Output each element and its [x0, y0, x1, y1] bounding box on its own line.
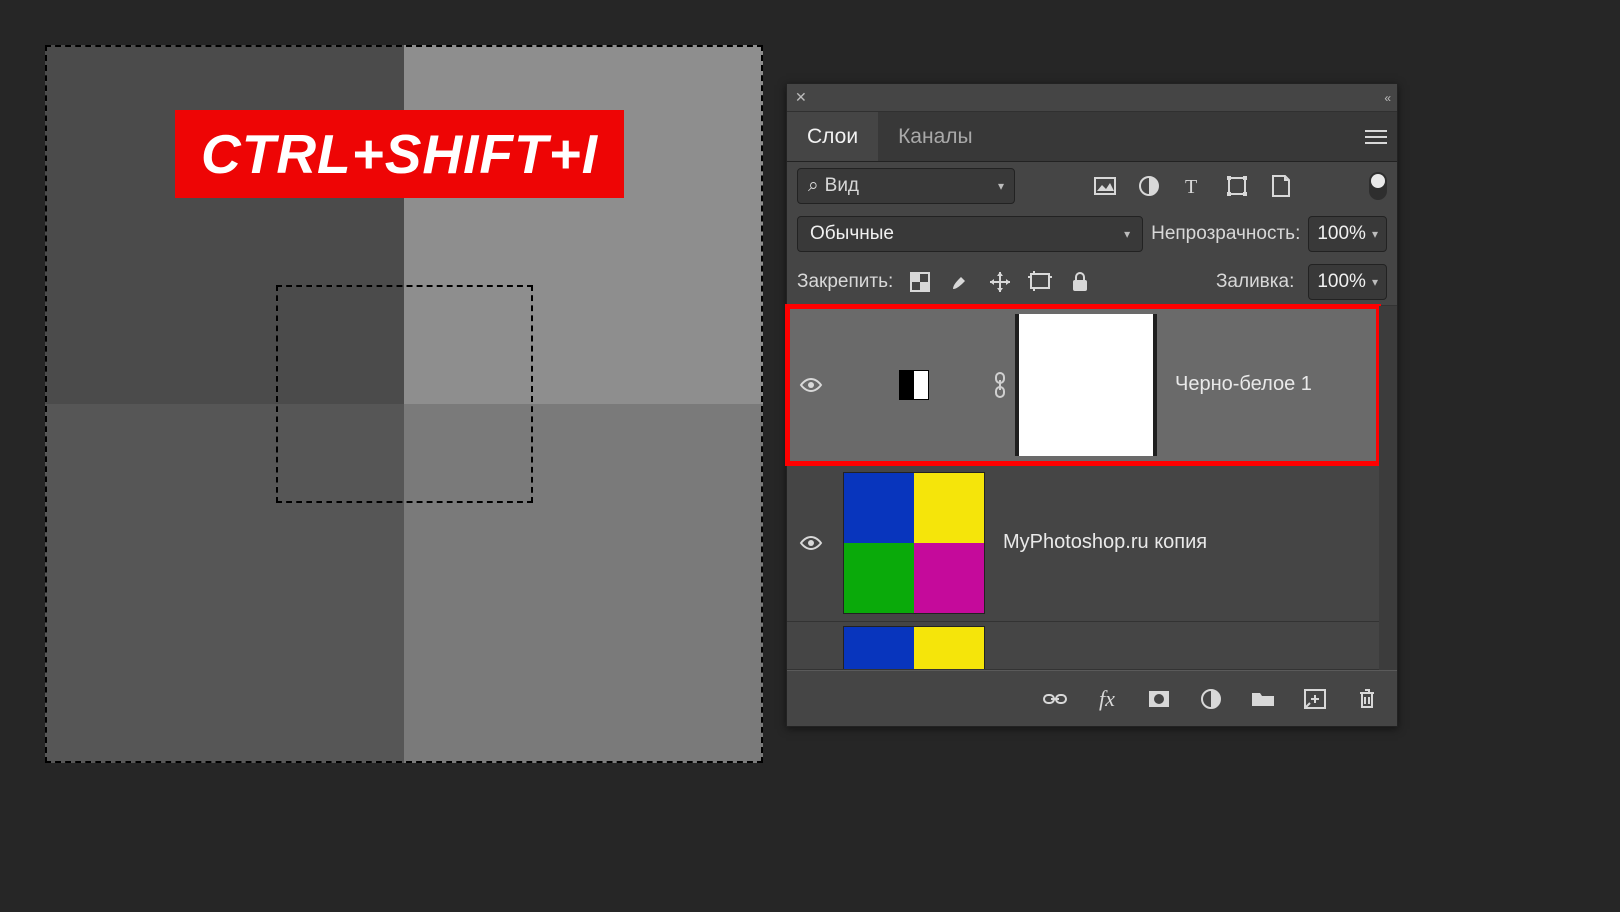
layer-effects-icon[interactable]: fx — [1095, 687, 1119, 711]
filter-toggle[interactable] — [1369, 172, 1387, 200]
layers-list: Черно-белое 1 MyPhotoshop.ru копия — [787, 306, 1397, 670]
filter-adjustment-icon[interactable] — [1137, 174, 1161, 198]
layer-row[interactable]: MyPhotoshop.ru копия — [787, 464, 1379, 622]
document-canvas[interactable]: CTRL+SHIFT+I — [45, 45, 763, 763]
blend-mode-select[interactable]: Обычные ▾ — [797, 216, 1143, 252]
close-panel-icon[interactable]: ✕ — [795, 89, 807, 106]
delete-layer-icon[interactable] — [1355, 687, 1379, 711]
panel-menu-button[interactable] — [1365, 112, 1387, 161]
lock-paint-icon[interactable] — [947, 269, 973, 295]
chevron-down-icon: ▾ — [1372, 227, 1378, 241]
shortcut-callout: CTRL+SHIFT+I — [175, 110, 624, 198]
layer-row[interactable]: Черно-белое 1 — [787, 306, 1379, 464]
add-mask-icon[interactable] — [1147, 687, 1171, 711]
layer-visibility-toggle[interactable] — [787, 622, 835, 669]
lock-label: Закрепить: — [797, 271, 893, 293]
chevron-down-icon: ▾ — [998, 179, 1004, 193]
lock-row: Закрепить: Заливка: 100% ▾ — [787, 258, 1397, 306]
fill-value: 100% — [1317, 271, 1366, 293]
black-white-icon — [899, 370, 929, 400]
tab-layers[interactable]: Слои — [787, 112, 878, 161]
layer-name[interactable]: Черно-белое 1 — [1165, 373, 1312, 396]
blend-mode-value: Обычные — [810, 223, 894, 245]
layer-name[interactable]: MyPhotoshop.ru копия — [993, 531, 1207, 554]
fill-value-box[interactable]: 100% ▾ — [1308, 264, 1387, 300]
layers-panel-footer: fx — [787, 670, 1397, 726]
chevron-down-icon: ▾ — [1124, 227, 1130, 241]
add-group-icon[interactable] — [1251, 687, 1275, 711]
add-adjustment-icon[interactable] — [1199, 687, 1223, 711]
panel-titlebar: ✕ « — [787, 84, 1397, 112]
lock-position-icon[interactable] — [987, 269, 1013, 295]
lock-artboard-icon[interactable] — [1027, 269, 1053, 295]
panel-tabs: Слои Каналы — [787, 112, 1397, 162]
filter-pixel-icon[interactable] — [1093, 174, 1117, 198]
new-layer-icon[interactable] — [1303, 687, 1327, 711]
layer-filter-select[interactable]: ⌕ Вид ▾ — [797, 168, 1015, 204]
lock-transparency-icon[interactable] — [907, 269, 933, 295]
tab-channels[interactable]: Каналы — [878, 112, 993, 161]
layer-filter-label: Вид — [825, 175, 859, 197]
opacity-value-box[interactable]: 100% ▾ — [1308, 216, 1387, 252]
canvas-quadrant-tr — [404, 45, 763, 404]
layer-visibility-toggle[interactable] — [787, 306, 835, 463]
filter-row: ⌕ Вид ▾ T — [787, 162, 1397, 210]
svg-text:T: T — [1185, 176, 1197, 197]
layers-panel: ✕ « Слои Каналы ⌕ Вид ▾ T Обычные ▾ — [786, 83, 1398, 727]
fill-label: Заливка: — [1216, 271, 1294, 293]
canvas-quadrant-tl — [45, 45, 404, 404]
filter-type-icons: T — [1093, 174, 1293, 198]
mask-link-icon[interactable] — [993, 372, 1007, 398]
filter-smartobject-icon[interactable] — [1269, 174, 1293, 198]
collapse-panel-icon[interactable]: « — [1384, 91, 1389, 105]
layer-visibility-toggle[interactable] — [787, 464, 835, 621]
link-layers-icon[interactable] — [1043, 687, 1067, 711]
blend-row: Обычные ▾ Непрозрачность: 100% ▾ — [787, 210, 1397, 258]
search-icon: ⌕ — [808, 175, 819, 197]
layer-thumbnail[interactable] — [843, 472, 985, 614]
layer-thumbnail[interactable] — [843, 626, 985, 670]
filter-type-icon[interactable]: T — [1181, 174, 1205, 198]
opacity-label: Непрозрачность: — [1151, 223, 1300, 245]
layer-mask-thumbnail[interactable] — [1015, 314, 1157, 456]
adjustment-thumbnail[interactable] — [843, 314, 985, 456]
canvas-quadrant-bl — [45, 404, 404, 763]
layer-row[interactable] — [787, 622, 1379, 670]
opacity-value: 100% — [1317, 223, 1366, 245]
canvas-quadrant-br — [404, 404, 763, 763]
filter-shape-icon[interactable] — [1225, 174, 1249, 198]
lock-all-icon[interactable] — [1067, 269, 1093, 295]
chevron-down-icon: ▾ — [1372, 275, 1378, 289]
canvas-area[interactable]: CTRL+SHIFT+I — [45, 45, 763, 763]
layers-scrollbar[interactable] — [1379, 306, 1397, 670]
